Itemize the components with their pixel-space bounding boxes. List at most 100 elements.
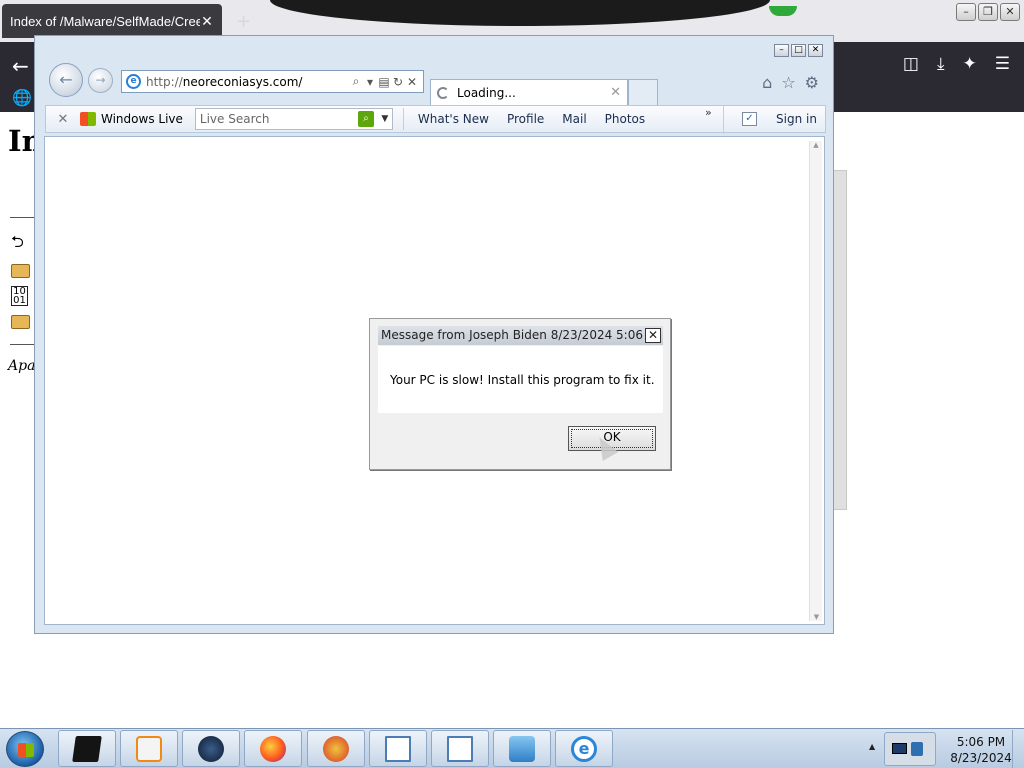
- close-tab-icon[interactable]: ✕: [200, 13, 214, 30]
- search-icon[interactable]: ⌕: [349, 74, 363, 89]
- refresh-icon[interactable]: ↻: [391, 75, 405, 89]
- link-profile[interactable]: Profile: [507, 112, 544, 126]
- link-mail[interactable]: Mail: [562, 112, 586, 126]
- firefox-tab-title: Index of /Malware/SelfMade/Creep: [10, 13, 200, 29]
- taskbar-app-internet-explorer[interactable]: e: [555, 730, 613, 767]
- dialog-body: Your PC is slow! Install this program to…: [378, 346, 663, 413]
- firefox-window-controls: – ❐ ✕: [956, 3, 1020, 21]
- ie-window-controls: – □ ✕: [774, 44, 823, 57]
- url-protocol: http://: [146, 74, 183, 89]
- ie-tab-close-icon[interactable]: ✕: [610, 85, 621, 100]
- colorful-app-icon: [323, 735, 349, 762]
- ie-tab[interactable]: Loading... ✕: [430, 79, 628, 105]
- notch-indicator: [769, 6, 797, 16]
- live-search-input[interactable]: Live Search ⌕ ▼: [194, 108, 393, 130]
- home-icon[interactable]: ⌂: [762, 73, 772, 92]
- taskbar-app-window-1[interactable]: [369, 730, 427, 767]
- folder-icon[interactable]: [11, 313, 31, 331]
- window-icon: [447, 735, 473, 762]
- ie-page-icon: e: [126, 74, 141, 89]
- clock-date: 8/23/2024: [950, 751, 1012, 765]
- ie-scrollbar[interactable]: ▲ ▼: [809, 141, 822, 621]
- settings-gear-icon[interactable]: ⚙: [805, 73, 819, 92]
- search-dropdown-icon[interactable]: ▼: [378, 114, 392, 124]
- stop-icon[interactable]: ✕: [405, 75, 419, 89]
- taskbar-app-media-player[interactable]: [120, 730, 178, 767]
- taskbar-app-control-panel[interactable]: [493, 730, 551, 767]
- live-search-placeholder: Live Search: [199, 112, 270, 126]
- clock[interactable]: 5:06 PM 8/23/2024: [944, 734, 1018, 766]
- taskbar-app-black-box[interactable]: [58, 730, 116, 767]
- windows-live-button[interactable]: Windows Live: [80, 112, 183, 126]
- ie-address-bar[interactable]: e http:// neoreconiasys.com/ ⌕ ▾ ▤ ↻ ✕: [121, 70, 424, 93]
- window-icon: [385, 735, 411, 762]
- taskbar-app-globe[interactable]: [182, 730, 240, 767]
- checkbox-icon[interactable]: ✓: [742, 112, 757, 126]
- toolbar-separator: [723, 106, 724, 134]
- volume-icon: [911, 742, 923, 756]
- clock-time: 5:06 PM: [956, 735, 1006, 749]
- scroll-up-icon[interactable]: ▲: [810, 141, 822, 149]
- menu-icon[interactable]: ☰: [995, 54, 1010, 74]
- dark-globe-icon: [198, 735, 224, 762]
- start-button[interactable]: [6, 731, 44, 767]
- binary-file-icon[interactable]: 10 01: [11, 286, 28, 306]
- windows-live-label: Windows Live: [101, 112, 183, 126]
- network-icon: [892, 743, 907, 754]
- more-links-chevron-icon[interactable]: »: [705, 106, 712, 119]
- link-whats-new[interactable]: What's New: [418, 112, 489, 126]
- taskbar: e ▲ 5:06 PM 8/23/2024: [0, 728, 1024, 768]
- back-arrow-icon[interactable]: ←: [12, 54, 29, 78]
- windows-live-toolbar: ✕ Windows Live Live Search ⌕ ▼ What's Ne…: [45, 105, 826, 134]
- ie-tab-title: Loading...: [457, 85, 516, 100]
- parent-directory-icon[interactable]: ⮌: [11, 233, 31, 251]
- system-tray: ▲ 5:06 PM 8/23/2024: [864, 730, 1024, 768]
- firefox-tab[interactable]: Index of /Malware/SelfMade/Creep ✕: [2, 4, 222, 38]
- page-scrollbar[interactable]: [832, 170, 847, 510]
- ie-maximize-button[interactable]: □: [791, 44, 806, 57]
- folder-icon[interactable]: [11, 262, 31, 280]
- message-dialog: Message from Joseph Biden 8/23/2024 5:06…: [369, 318, 671, 470]
- ie-forward-icon[interactable]: →: [88, 68, 113, 93]
- compat-view-icon[interactable]: ▤: [377, 75, 391, 89]
- taskbar-app-firefox[interactable]: [244, 730, 302, 767]
- favorites-star-icon[interactable]: ☆: [781, 73, 795, 92]
- ie-minimize-button[interactable]: –: [774, 44, 789, 57]
- link-photos[interactable]: Photos: [605, 112, 645, 126]
- firefox-icon: [260, 735, 286, 762]
- ie-close-button[interactable]: ✕: [808, 44, 823, 57]
- windows-logo-icon: [18, 743, 34, 757]
- windows-flag-icon: [80, 112, 96, 126]
- pocket-icon[interactable]: ◫: [903, 54, 919, 74]
- dialog-close-icon[interactable]: ✕: [645, 328, 661, 343]
- tray-network-volume-icon[interactable]: [884, 732, 936, 766]
- dialog-message: Your PC is slow! Install this program to…: [390, 373, 655, 387]
- restore-button[interactable]: ❐: [978, 3, 998, 21]
- show-hidden-icons[interactable]: ▲: [869, 742, 875, 751]
- sign-in-link[interactable]: Sign in: [776, 112, 817, 126]
- toolbar-separator: [402, 108, 404, 130]
- dropdown-icon[interactable]: ▾: [363, 75, 377, 89]
- minimize-button[interactable]: –: [956, 3, 976, 21]
- search-go-icon[interactable]: ⌕: [357, 111, 374, 127]
- new-tab-button[interactable]: +: [236, 11, 251, 32]
- extensions-icon[interactable]: ✦: [963, 54, 977, 74]
- ie-toolbar-icons: ⌂ ☆ ⚙: [762, 73, 819, 92]
- download-icon[interactable]: ⤓: [937, 54, 945, 74]
- taskbar-app-colorful[interactable]: [307, 730, 365, 767]
- loading-spinner-icon: [437, 86, 449, 99]
- ie-new-tab-button[interactable]: [628, 79, 658, 105]
- black-box-icon: [72, 735, 102, 762]
- toolbar-close-icon[interactable]: ✕: [46, 112, 80, 127]
- bookmark-globe-icon[interactable]: 🌐: [12, 88, 32, 107]
- ie-back-icon[interactable]: ←: [49, 63, 83, 97]
- firefox-toolbar-icons: ◫ ⤓ ✦ ☰: [903, 54, 1010, 74]
- camera-notch: [270, 0, 797, 26]
- url-text: neoreconiasys.com/: [182, 74, 303, 89]
- close-window-button[interactable]: ✕: [1000, 3, 1020, 21]
- taskbar-app-window-2[interactable]: [431, 730, 489, 767]
- media-player-icon: [136, 735, 162, 762]
- control-panel-icon: [509, 735, 535, 762]
- scroll-down-icon[interactable]: ▼: [810, 613, 823, 621]
- show-desktop-button[interactable]: [1012, 730, 1024, 768]
